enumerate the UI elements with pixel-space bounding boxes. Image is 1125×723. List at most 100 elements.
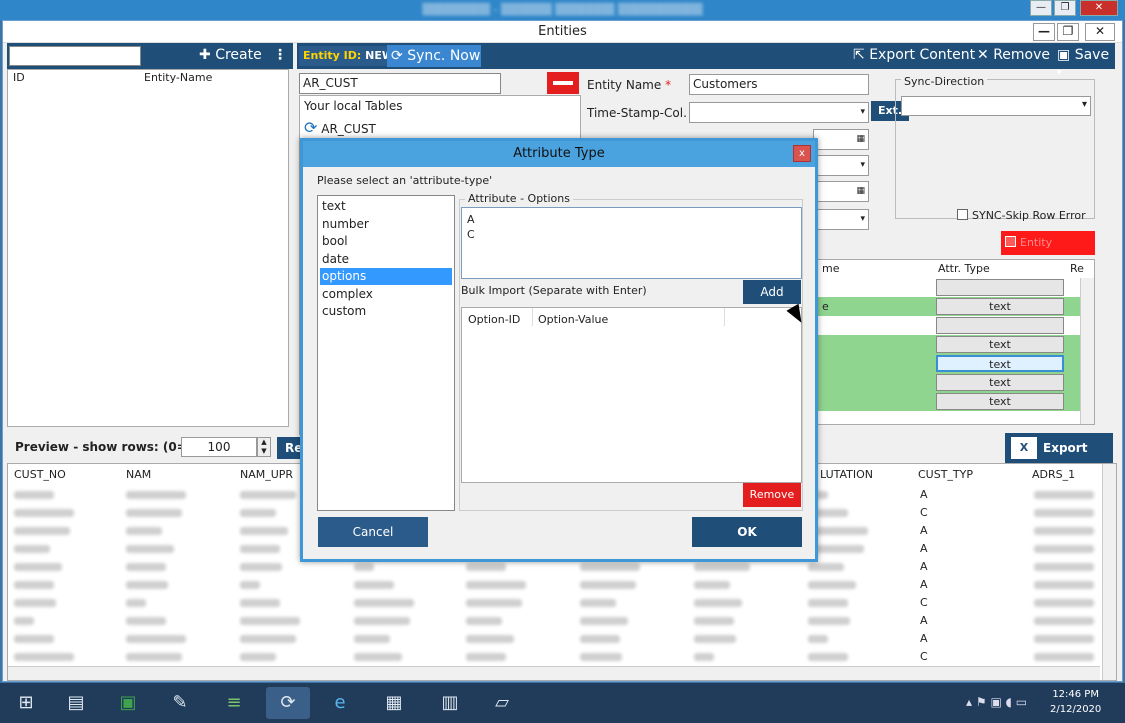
taskbar-clock[interactable]: 12:46 PM 2/12/2020 xyxy=(1050,687,1101,717)
preview-horizontal-scrollbar[interactable] xyxy=(8,666,1100,680)
save-button[interactable]: ▣ Save ▾ xyxy=(1057,47,1115,79)
save-icon: ▣ xyxy=(1057,47,1075,63)
attribute-row[interactable] xyxy=(818,316,1080,335)
browser-icon[interactable]: e xyxy=(318,687,362,719)
attr-type-cell[interactable] xyxy=(936,317,1064,334)
add-button[interactable]: Add xyxy=(743,280,801,304)
type-option-custom[interactable]: custom xyxy=(320,303,452,320)
type-option-complex[interactable]: complex xyxy=(320,286,452,303)
tools-icon[interactable]: ✎ xyxy=(158,687,202,719)
rows-stepper[interactable]: ▲ ▼ xyxy=(257,437,271,457)
attribute-grid[interactable]: me Attr. Type Re e text text text text text xyxy=(817,259,1095,425)
more-options-icon[interactable]: ⋮ xyxy=(273,47,287,63)
cust-typ-cell: C xyxy=(920,650,928,663)
preview-label: Preview - show rows: (0=all) xyxy=(15,440,209,454)
cancel-button[interactable]: Cancel xyxy=(318,517,428,547)
sync-skip-checkbox[interactable]: SYNC-Skip Row Error xyxy=(957,209,1086,222)
close-button[interactable]: ✕ xyxy=(1085,23,1115,41)
store-icon[interactable]: ▣ xyxy=(106,687,150,719)
remove-option-button[interactable]: Remove xyxy=(743,483,801,507)
attribute-row[interactable]: text xyxy=(818,392,1080,411)
create-button[interactable]: ✚ Create xyxy=(199,47,262,63)
keyboard-icon: ▭ xyxy=(1015,695,1028,709)
type-option-bool[interactable]: bool xyxy=(320,233,452,250)
system-tray[interactable]: ▴ ⚑ ▣ ◖ ▭ xyxy=(966,695,1027,709)
local-table-item[interactable]: ⟳ AR_CUST xyxy=(304,118,376,137)
form-field-3[interactable]: ▦ xyxy=(813,181,869,202)
blurred-cell xyxy=(580,599,616,607)
form-select-4[interactable]: ▾ xyxy=(813,209,869,230)
blurred-cell xyxy=(14,599,56,607)
terminal-icon[interactable]: ▦ xyxy=(372,687,416,719)
timestamp-value-input[interactable]: ▦ xyxy=(813,129,869,150)
preview-row[interactable]: C xyxy=(8,594,1100,612)
calendar-icon: ▦ xyxy=(856,134,865,144)
preview-row[interactable]: A xyxy=(8,612,1100,630)
dialog-title: Attribute Type xyxy=(303,141,815,167)
window-app-icon[interactable]: ▥ xyxy=(428,687,472,719)
sync-now-button[interactable]: ⟳ Sync. Now ▾ xyxy=(387,45,481,87)
preview-row[interactable]: A xyxy=(8,630,1100,648)
blurred-cell xyxy=(466,599,522,607)
close-icon: ✕ xyxy=(977,47,994,63)
stripes-icon[interactable]: ≡ xyxy=(212,687,256,719)
paper-icon[interactable]: ▱ xyxy=(480,687,524,719)
attr-type-cell[interactable]: text xyxy=(936,298,1064,315)
attr-type-cell[interactable]: text xyxy=(936,374,1064,391)
sync-direction-select[interactable]: ▾ xyxy=(901,96,1091,116)
attribute-row[interactable]: text xyxy=(818,354,1080,373)
entity-search-input[interactable] xyxy=(9,46,141,66)
blurred-cell xyxy=(466,653,506,661)
attribute-row[interactable]: e text xyxy=(818,297,1080,316)
ok-button[interactable]: OK xyxy=(692,517,802,547)
rd-minimize-button[interactable]: — xyxy=(1030,0,1052,16)
attribute-row[interactable] xyxy=(818,278,1080,297)
maximize-button[interactable]: ❐ xyxy=(1057,23,1079,41)
clock-date: 2/12/2020 xyxy=(1050,704,1102,715)
type-option-number[interactable]: number xyxy=(320,216,452,233)
dialog-close-button[interactable]: x xyxy=(793,145,811,162)
folder-icon[interactable]: ▤ xyxy=(54,687,98,719)
export-excel-button[interactable]: XExport Excel xyxy=(1005,433,1113,485)
blurred-cell xyxy=(1034,653,1094,661)
table-name-input[interactable]: AR_CUST xyxy=(299,73,501,94)
attribute-row[interactable]: text xyxy=(818,335,1080,354)
bulk-import-textarea[interactable]: A C xyxy=(461,207,802,279)
cust-typ-cell: A xyxy=(920,542,928,555)
blurred-cell xyxy=(1034,635,1094,643)
options-grid[interactable]: Option-ID Option-Value xyxy=(461,307,802,483)
sync-app-icon[interactable]: ⟳ xyxy=(266,687,310,719)
blurred-cell xyxy=(694,563,750,571)
preview-row[interactable]: A xyxy=(8,576,1100,594)
minimize-button[interactable]: — xyxy=(1033,23,1055,41)
attr-type-cell[interactable]: text xyxy=(936,393,1064,410)
type-option-text[interactable]: text xyxy=(320,198,452,215)
sync-icon: ⟳ xyxy=(391,48,408,64)
timestamp-col-select[interactable]: ▾ xyxy=(689,102,869,123)
remove-table-button[interactable] xyxy=(547,72,579,94)
form-select-2[interactable]: ▾ xyxy=(813,155,869,176)
type-option-options[interactable]: options xyxy=(320,268,452,285)
attribute-grid-scrollbar[interactable] xyxy=(1080,278,1094,424)
blurred-cell xyxy=(126,653,182,661)
blurred-cell xyxy=(126,581,168,589)
preview-row[interactable]: C xyxy=(8,648,1100,666)
attr-type-cell[interactable]: text xyxy=(936,336,1064,353)
start-icon[interactable]: ⊞ xyxy=(4,687,48,719)
export-content-button[interactable]: ⇱ Export Content xyxy=(853,47,975,63)
type-option-date[interactable]: date xyxy=(320,251,452,268)
blurred-cell xyxy=(808,635,828,643)
attr-type-cell[interactable]: text xyxy=(936,355,1064,372)
preview-rows-input[interactable]: 100 xyxy=(181,437,257,457)
dialog-prompt: Please select an 'attribute-type' xyxy=(317,174,493,187)
entity-active-toggle[interactable]: Entity ACTIVE xyxy=(1001,231,1095,273)
preview-vertical-scrollbar[interactable] xyxy=(1102,464,1116,680)
attribute-row[interactable]: text xyxy=(818,373,1080,392)
rd-close-button[interactable]: ✕ xyxy=(1080,0,1118,16)
entity-list[interactable]: ID Entity-Name xyxy=(7,69,289,427)
entity-name-input[interactable]: Customers xyxy=(689,74,869,95)
rd-restore-button[interactable]: ❐ xyxy=(1054,0,1076,16)
remove-button[interactable]: ✕ Remove xyxy=(977,47,1050,63)
attr-type-cell[interactable] xyxy=(936,279,1064,296)
attribute-type-list[interactable]: text number bool date options complex custom xyxy=(317,195,455,511)
